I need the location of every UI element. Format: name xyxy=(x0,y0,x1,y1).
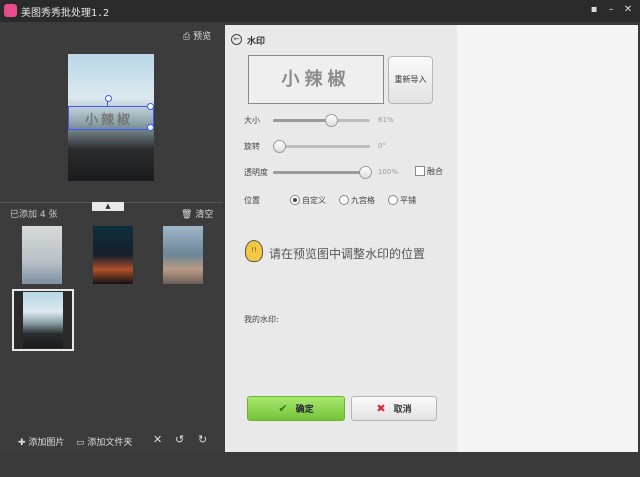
rotate-right-icon[interactable]: ↻ xyxy=(198,433,207,446)
rotate-value: 0° xyxy=(378,142,386,150)
menu-icon[interactable]: ▪ xyxy=(587,3,601,17)
position-option-grid[interactable]: 九宫格 xyxy=(351,195,375,206)
thumbnail-3[interactable] xyxy=(163,226,203,284)
panel-title: 水印 xyxy=(247,37,266,47)
add-image-label: 添加图片 xyxy=(28,438,65,448)
title-bar: 美图秀秀批处理1.2 ▪ – ✕ xyxy=(0,0,640,22)
cancel-button[interactable]: ✖ 取消 xyxy=(351,396,437,421)
preview-label: 预览 xyxy=(193,32,212,42)
opacity-slider-fill xyxy=(273,171,365,174)
image-list-panel: ⎙ 预览 小辣椒 ▲ 已添加 4 张 🗑 清空 ✚ 添加图片 ▭ 添加文件夹 ✕… xyxy=(0,22,223,452)
app-logo-icon xyxy=(4,4,17,17)
rotate-slider[interactable] xyxy=(273,140,370,153)
position-radio-grid[interactable] xyxy=(339,195,349,205)
thumbnail-2[interactable] xyxy=(93,226,133,284)
my-watermark-label: 我的水印: xyxy=(244,315,279,324)
plus-icon: ✚ xyxy=(18,438,26,448)
check-icon: ✔ xyxy=(278,402,288,415)
size-slider[interactable] xyxy=(273,114,370,127)
confirm-label: 确定 xyxy=(295,405,314,415)
cancel-label: 取消 xyxy=(393,405,412,415)
resize-handle-top-right[interactable] xyxy=(147,103,154,110)
preview-button[interactable]: ⎙ 预览 xyxy=(183,29,211,42)
rotate-left-icon[interactable]: ↺ xyxy=(175,433,184,446)
window-title: 美图秀秀批处理1.2 xyxy=(21,8,110,19)
cancel-x-icon: ✖ xyxy=(376,402,386,415)
bottom-toolbar: ✚ 添加图片 ▭ 添加文件夹 ✕ ↺ ↻ xyxy=(0,427,223,452)
watermark-preview: 小辣椒 xyxy=(248,55,384,104)
minimize-icon[interactable]: – xyxy=(604,3,618,17)
position-label: 位置 xyxy=(244,196,260,205)
size-slider-fill xyxy=(273,119,331,122)
folder-icon: ▭ xyxy=(76,438,85,448)
thumbnail-4-image xyxy=(23,292,63,348)
watermark-overlay-text: 小辣椒 xyxy=(85,113,134,128)
rotate-label: 旋转 xyxy=(244,142,260,151)
back-arrow-icon[interactable]: ← xyxy=(231,34,242,45)
watermark-settings-panel: ← 水印 小辣椒 重新导入 大小 61% 旋转 0° 透明度 100% 融合 位… xyxy=(225,25,457,452)
rotate-handle[interactable] xyxy=(105,95,112,102)
blend-checkbox[interactable] xyxy=(415,166,425,176)
position-option-tile[interactable]: 平铺 xyxy=(400,195,416,206)
lightbulb-icon: !! xyxy=(245,240,263,262)
size-label: 大小 xyxy=(244,116,260,125)
added-count: 已添加 4 张 xyxy=(10,210,58,220)
trash-icon: 🗑 xyxy=(181,210,193,220)
add-folder-label: 添加文件夹 xyxy=(87,438,133,448)
size-value: 61% xyxy=(378,116,394,124)
opacity-slider[interactable] xyxy=(273,166,372,179)
preview-icon: ⎙ xyxy=(183,32,191,42)
thumbnail-4-selected[interactable] xyxy=(12,289,74,351)
reimport-button[interactable]: 重新导入 xyxy=(388,56,433,104)
clear-button[interactable]: 🗑 清空 xyxy=(181,207,213,220)
tip-text: 请在预览图中调整水印的位置 xyxy=(269,247,426,261)
empty-right-panel xyxy=(457,25,638,452)
clear-label: 清空 xyxy=(195,210,214,220)
opacity-value: 100% xyxy=(378,168,399,176)
add-folder-button[interactable]: ▭ 添加文件夹 xyxy=(76,435,132,448)
thumbnail-1[interactable] xyxy=(22,226,62,284)
confirm-button[interactable]: ✔ 确定 xyxy=(247,396,345,421)
opacity-label: 透明度 xyxy=(244,168,268,177)
blend-label: 融合 xyxy=(427,167,443,176)
close-icon[interactable]: ✕ xyxy=(621,3,635,17)
resize-handle-bottom-right[interactable] xyxy=(147,124,154,131)
add-image-button[interactable]: ✚ 添加图片 xyxy=(18,435,64,448)
preview-image[interactable]: 小辣椒 xyxy=(68,54,154,181)
position-option-custom[interactable]: 自定义 xyxy=(302,195,326,206)
position-radio-tile[interactable] xyxy=(388,195,398,205)
position-radio-custom[interactable] xyxy=(290,195,300,205)
delete-icon[interactable]: ✕ xyxy=(153,433,162,446)
size-slider-knob[interactable] xyxy=(325,114,339,127)
rotate-slider-knob[interactable] xyxy=(273,140,286,153)
collapse-arrow-icon[interactable]: ▲ xyxy=(92,202,124,211)
status-bar xyxy=(0,452,640,477)
opacity-slider-knob[interactable] xyxy=(359,166,372,179)
watermark-selection-box[interactable]: 小辣椒 xyxy=(68,103,154,131)
